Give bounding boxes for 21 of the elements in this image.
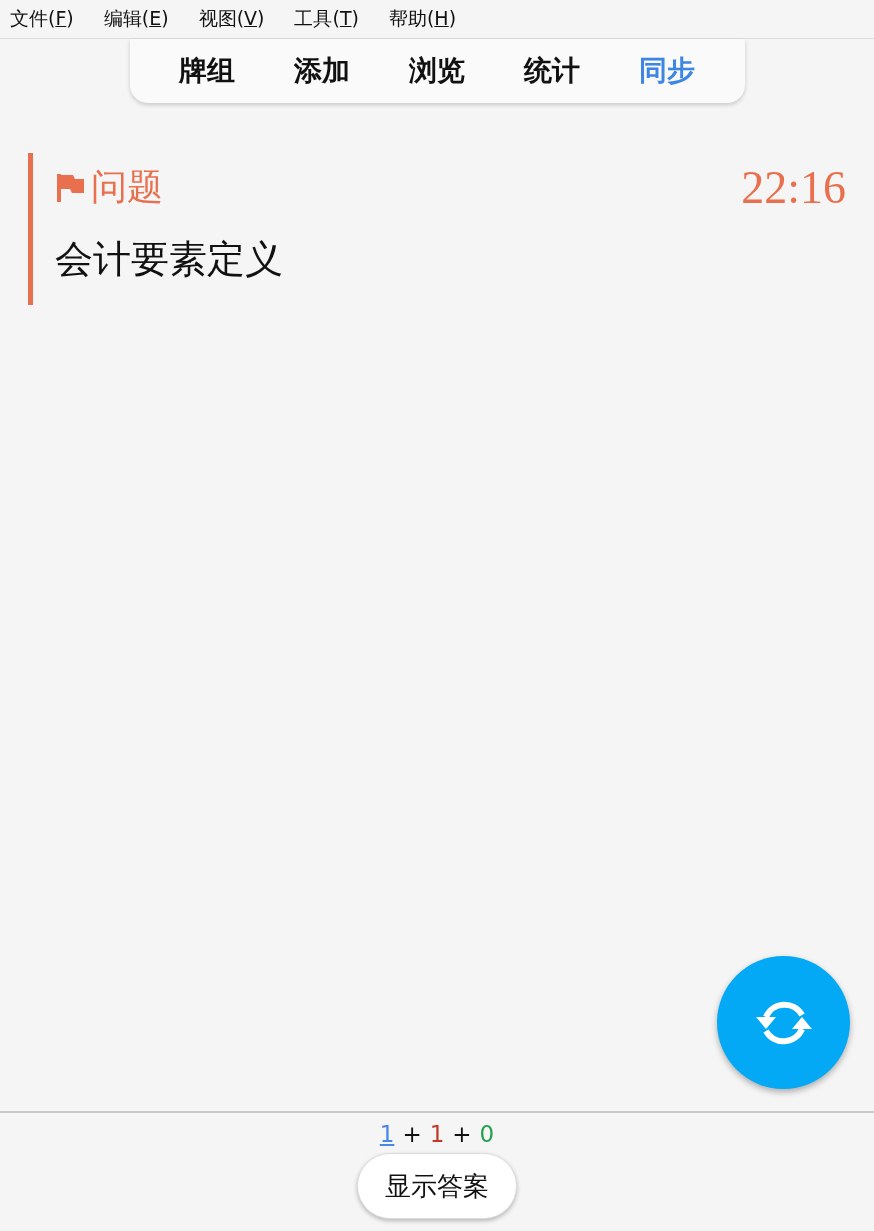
card-count: 0 xyxy=(479,1121,495,1147)
plus-sign: + xyxy=(452,1121,472,1147)
toolbar-link[interactable]: 牌组 xyxy=(179,52,235,90)
menu-item[interactable]: 工具(T) xyxy=(294,6,359,32)
card-count: 1 xyxy=(379,1121,395,1147)
toolbar-link[interactable]: 统计 xyxy=(524,52,580,90)
menu-item[interactable]: 视图(V) xyxy=(198,6,265,32)
card-heading: 问题 xyxy=(91,165,163,209)
question-text: 会计要素定义 xyxy=(55,236,284,283)
flag-icon xyxy=(55,171,85,204)
sync-button[interactable] xyxy=(717,956,850,1089)
card-count: 1 xyxy=(429,1121,445,1147)
toolbar-link[interactable]: 添加 xyxy=(294,52,350,90)
toolbar-link[interactable]: 浏览 xyxy=(409,52,465,90)
menu-item[interactable]: 帮助(H) xyxy=(388,6,457,32)
menu-item[interactable]: 编辑(E) xyxy=(103,6,169,32)
show-answer-button[interactable]: 显示答案 xyxy=(357,1153,517,1219)
toolbar-link[interactable]: 同步 xyxy=(639,52,695,90)
plus-sign: + xyxy=(402,1121,422,1147)
menu-item[interactable]: 文件(F) xyxy=(10,6,74,32)
timer: 22:16 xyxy=(741,161,846,214)
